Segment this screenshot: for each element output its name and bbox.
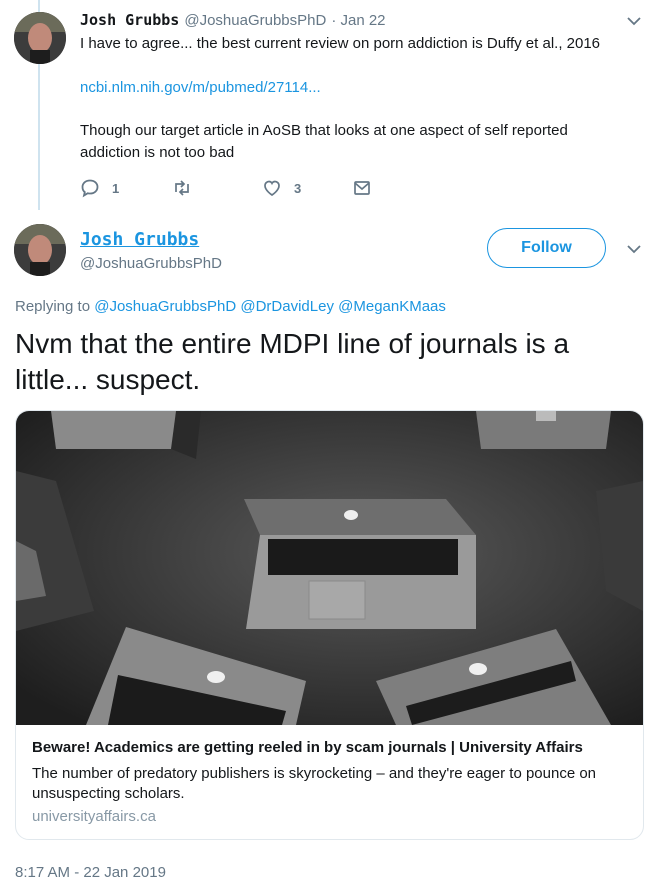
retweet-button[interactable]	[172, 178, 192, 198]
user-handle[interactable]: @JoshuaGrubbsPhD	[184, 12, 326, 29]
reply-tweet-avatar[interactable]	[14, 12, 66, 64]
like-button[interactable]: 3	[262, 178, 301, 198]
card-description-line-2: unsuspecting scholars.	[32, 785, 185, 802]
retweet-icon	[175, 180, 189, 196]
message-icon	[354, 181, 370, 195]
tweet-timestamp[interactable]: 8:17 AM - 22 Jan 2019	[15, 864, 166, 881]
reply-mention-3[interactable]: @MeganKMaas	[338, 298, 446, 315]
main-tweet-text: Nvm that the entire MDPI line of journal…	[15, 326, 569, 398]
reply-tweet-text-2: Though our target article in AoSB that l…	[80, 122, 568, 139]
reply-tweet-header: Josh Grubbs @JoshuaGrubbsPhD · Jan 22	[80, 11, 386, 29]
chevron-down-icon[interactable]	[625, 240, 643, 263]
main-tweet-text-line-1: Nvm that the entire MDPI line of journal…	[15, 328, 570, 359]
user-name[interactable]: Josh Grubbs	[80, 11, 179, 29]
heart-icon	[264, 180, 280, 197]
main-tweet-user-name[interactable]: Josh Grubbs	[80, 229, 199, 250]
replying-to: Replying to @JoshuaGrubbsPhD @DrDavidLey…	[15, 298, 446, 315]
card-description: The number of predatory publishers is sk…	[32, 764, 596, 804]
card-domain[interactable]: universityaffairs.ca	[32, 808, 156, 825]
like-count: 3	[294, 180, 302, 196]
follow-button[interactable]: Follow	[487, 228, 606, 268]
reply-button[interactable]: 1	[80, 178, 119, 198]
card-description-line-1: The number of predatory publishers is sk…	[32, 765, 597, 782]
message-button[interactable]	[352, 178, 372, 198]
reply-mention-2[interactable]: @DrDavidLey	[240, 298, 334, 315]
card-image	[16, 411, 643, 725]
main-tweet-text-line-2: little... suspect.	[15, 364, 201, 395]
avatar-image	[14, 224, 66, 276]
avatar-image	[14, 12, 66, 64]
link-preview-card[interactable]: Beware! Academics are getting reeled in …	[15, 410, 644, 840]
reply-count: 1	[112, 180, 120, 196]
main-tweet-avatar[interactable]	[14, 224, 66, 276]
card-title[interactable]: Beware! Academics are getting reeled in …	[32, 739, 583, 756]
reply-mention-1[interactable]: @JoshuaGrubbsPhD	[94, 298, 236, 315]
reply-icon	[81, 179, 99, 198]
reply-tweet-text: I have to agree... the best current revi…	[80, 35, 601, 52]
replying-prefix: Replying to	[15, 298, 91, 315]
tweet-date[interactable]: · Jan 22	[331, 12, 385, 29]
main-tweet-user-handle[interactable]: @JoshuaGrubbsPhD	[80, 255, 222, 272]
reply-tweet-text-3: addiction is not too bad	[80, 144, 235, 161]
chevron-down-icon[interactable]	[625, 12, 643, 35]
reply-tweet-link[interactable]: ncbi.nlm.nih.gov/m/pubmed/27114...	[80, 77, 321, 99]
